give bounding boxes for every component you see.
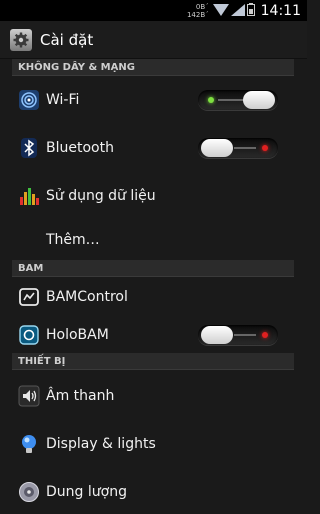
bamcontrol-label: BAMControl bbox=[46, 289, 128, 305]
toggle-knob[interactable] bbox=[243, 91, 275, 109]
data-up-text: 0B´ bbox=[195, 2, 209, 11]
battery-icon bbox=[246, 1, 255, 20]
wifi-icon bbox=[18, 89, 40, 111]
clock: 14:11 bbox=[260, 2, 301, 19]
data-rate-text: 142B´ bbox=[186, 10, 209, 19]
display-label: Display & lights bbox=[46, 436, 156, 452]
more-label: Thêm… bbox=[46, 232, 100, 248]
cell-signal-icon bbox=[230, 1, 245, 20]
wifi-toggle[interactable] bbox=[198, 90, 278, 110]
toggle-track bbox=[234, 334, 256, 336]
settings-item-holobam[interactable]: HoloBAM bbox=[0, 313, 307, 357]
toggle-led-off bbox=[262, 332, 268, 338]
data-usage-icon bbox=[18, 185, 40, 207]
toggle-track bbox=[234, 147, 256, 149]
storage-disc-icon bbox=[18, 481, 40, 503]
settings-item-bluetooth[interactable]: Bluetooth bbox=[0, 126, 307, 170]
wifi-signal-icon bbox=[212, 1, 229, 20]
section-header-device: THIẾT BỊ bbox=[12, 353, 294, 370]
status-bar: 0B´ 142B´ 14:11 bbox=[0, 0, 307, 21]
data-rate-indicator: 0B´ 142B´ bbox=[187, 3, 209, 19]
sound-label: Âm thanh bbox=[46, 388, 115, 404]
holobam-label: HoloBAM bbox=[46, 327, 109, 343]
settings-gear-icon[interactable] bbox=[10, 28, 32, 51]
settings-item-sound[interactable]: Âm thanh bbox=[0, 374, 307, 418]
settings-item-storage[interactable]: Dung lượng bbox=[0, 470, 307, 514]
toggle-led-off bbox=[262, 145, 268, 151]
toggle-led-on bbox=[208, 97, 214, 103]
bamcontrol-icon bbox=[18, 286, 40, 308]
section-header-wireless: KHÔNG DÂY & MẠNG bbox=[12, 59, 294, 76]
settings-item-display[interactable]: Display & lights bbox=[0, 422, 307, 466]
wifi-label: Wi-Fi bbox=[46, 92, 80, 108]
bluetooth-label: Bluetooth bbox=[46, 140, 114, 156]
bluetooth-icon bbox=[18, 137, 40, 159]
settings-item-wifi[interactable]: Wi-Fi bbox=[0, 78, 307, 122]
toggle-knob[interactable] bbox=[201, 139, 233, 157]
lightbulb-icon bbox=[18, 433, 40, 455]
holobam-toggle[interactable] bbox=[198, 325, 278, 345]
settings-item-more[interactable]: Thêm… bbox=[0, 218, 307, 262]
action-bar: Cài đặt bbox=[0, 21, 307, 59]
bluetooth-toggle[interactable] bbox=[198, 138, 278, 158]
data-usage-label: Sử dụng dữ liệu bbox=[46, 188, 156, 204]
settings-item-data-usage[interactable]: Sử dụng dữ liệu bbox=[0, 174, 307, 218]
storage-label: Dung lượng bbox=[46, 484, 127, 500]
speaker-icon bbox=[18, 385, 40, 407]
holobam-icon bbox=[18, 324, 40, 346]
page-title: Cài đặt bbox=[40, 30, 94, 49]
toggle-knob[interactable] bbox=[201, 326, 233, 344]
